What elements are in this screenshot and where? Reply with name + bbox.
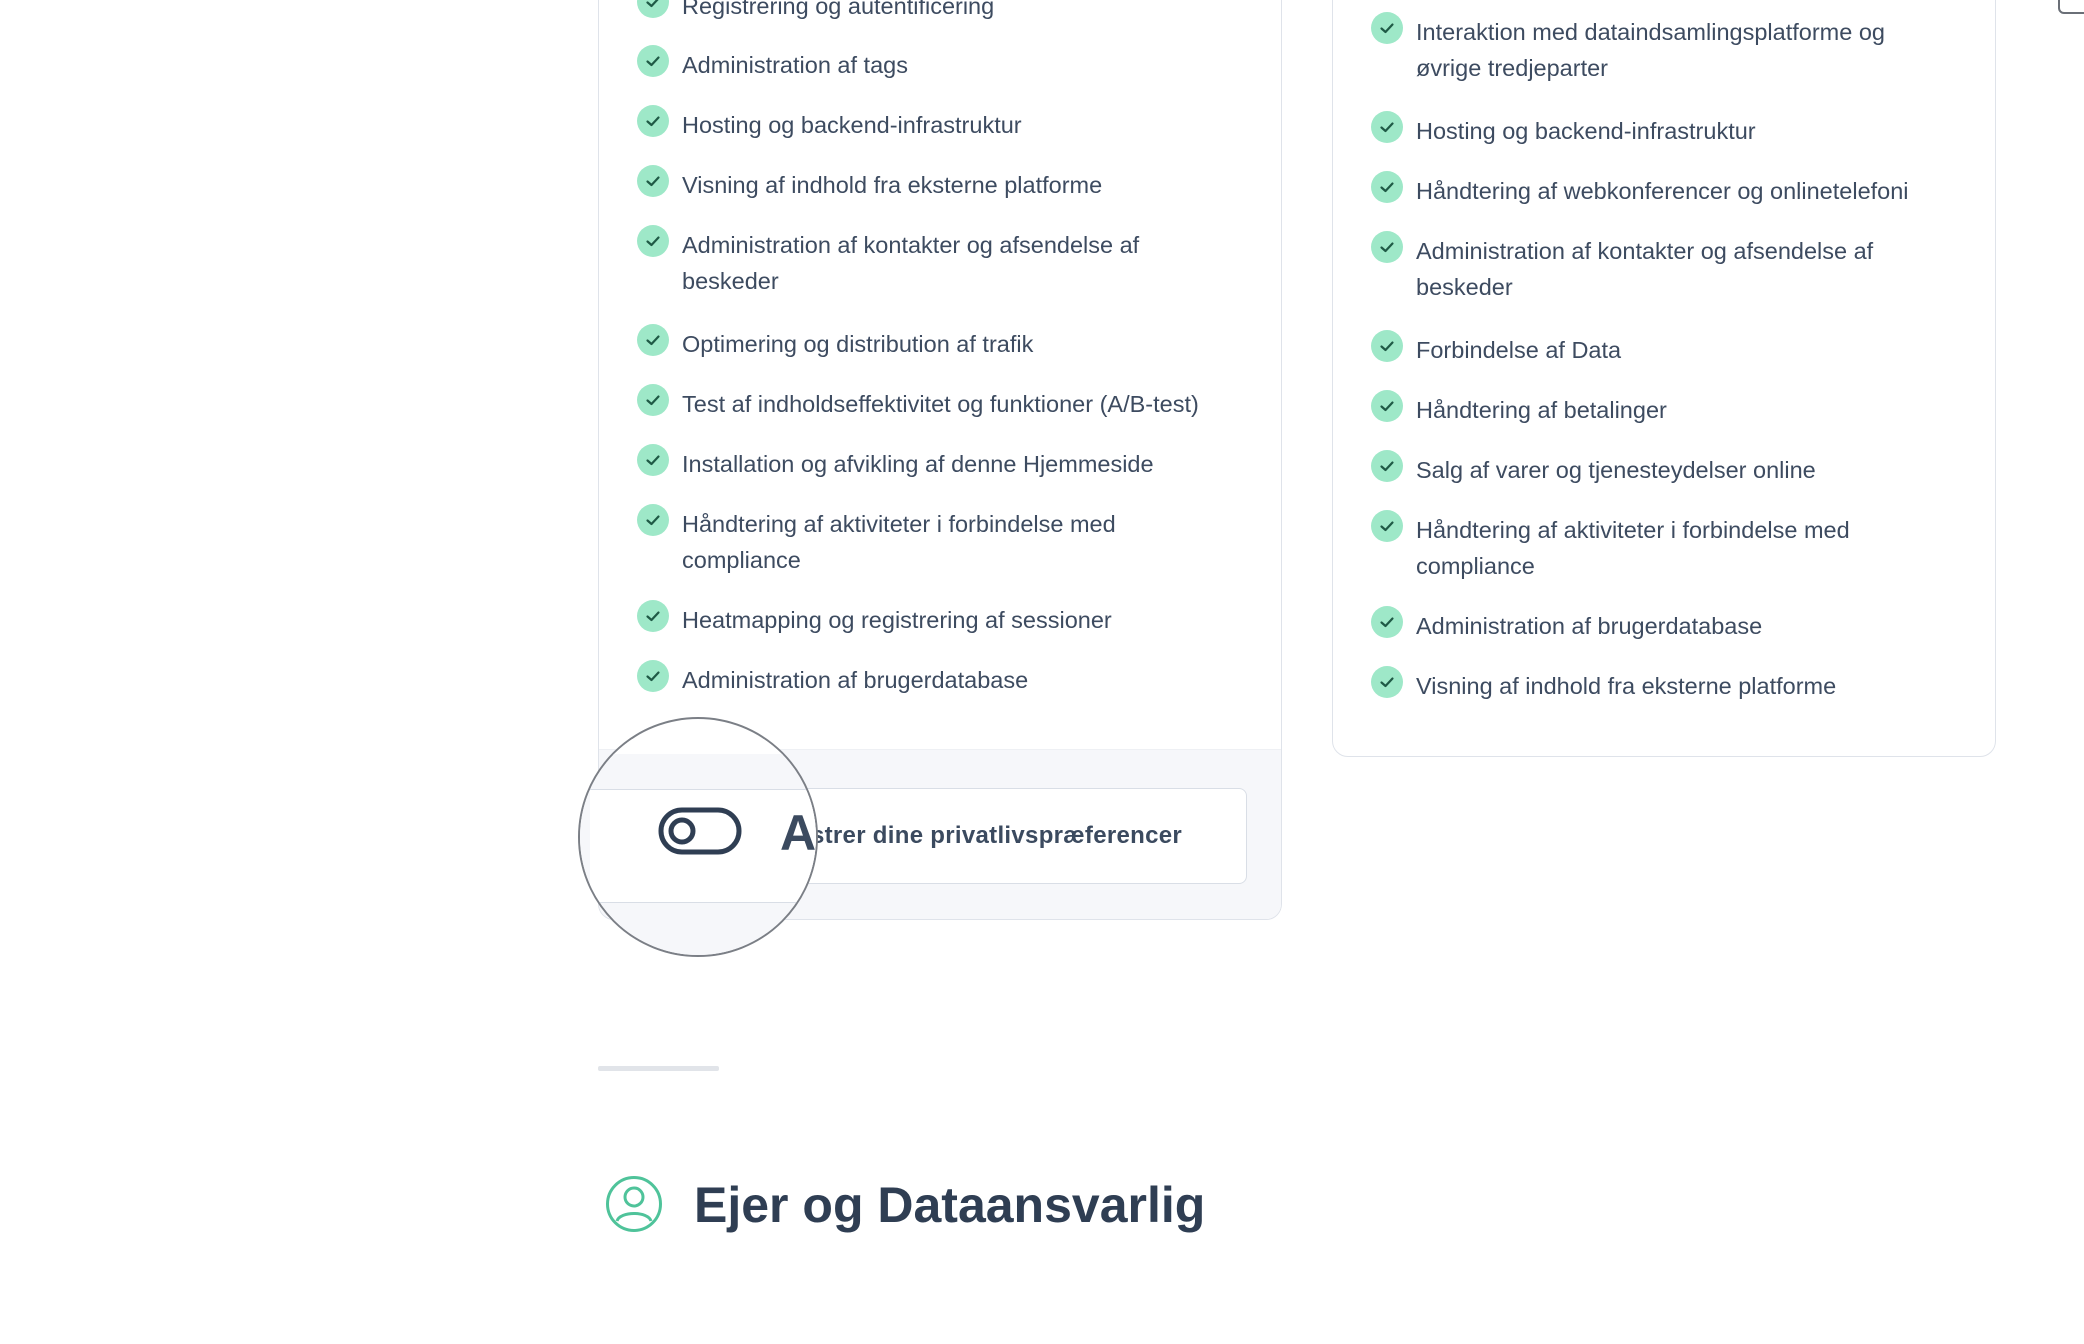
list-item-label: Håndtering af aktiviteter i forbindelse …: [1416, 517, 1850, 579]
list-item-label: Håndtering af webkonferencer og onlinete…: [1416, 178, 1909, 204]
check-icon: [637, 45, 669, 77]
magnified-letter: A: [780, 805, 817, 861]
user-circle-icon: [606, 1176, 662, 1232]
list-item-label: Salg af varer og tjenesteydelser online: [1416, 457, 1816, 483]
list-item-label: Visning af indhold fra eksterne platform…: [1416, 673, 1837, 699]
list-item-label: Forbindelse af Data: [1416, 337, 1622, 363]
list-item-label: Optimering og distribution af trafik: [682, 331, 1034, 357]
check-icon: [1371, 111, 1403, 143]
check-icon: [637, 324, 669, 356]
section-divider: [598, 1066, 719, 1071]
prefs-button-label: istrer dine privatlivspræferencer: [804, 822, 1183, 849]
list-item-label: Administration af kontakter og afsendels…: [682, 232, 1140, 294]
list-item-label: Hosting og backend-infrastruktur: [1416, 118, 1756, 144]
list-item-label: Installation og afvikling af denne Hjemm…: [682, 451, 1154, 477]
check-icon: [1371, 606, 1403, 638]
check-icon: [1371, 510, 1403, 542]
check-icon: [1371, 330, 1403, 362]
check-icon: [637, 105, 669, 137]
check-icon: [637, 444, 669, 476]
check-icon: [637, 225, 669, 257]
list-item-label: Hosting og backend-infrastruktur: [682, 112, 1022, 138]
check-icon: [1371, 231, 1403, 263]
list-item-label: Test af indholdseffektivitet og funktion…: [682, 391, 1199, 417]
list-item-label: Visning af indhold fra eksterne platform…: [682, 172, 1103, 198]
toggle-icon: [658, 807, 742, 855]
check-icon: [637, 660, 669, 692]
check-icon: [1371, 171, 1403, 203]
corner-control[interactable]: [2058, 0, 2084, 14]
check-icon: [637, 600, 669, 632]
list-item-label: Administration af brugerdatabase: [1416, 613, 1763, 639]
list-item-label: Heatmapping og registrering af sessioner: [682, 607, 1112, 633]
check-icon: [1371, 12, 1403, 44]
check-icon: [637, 384, 669, 416]
list-item-label: Registrering og autentificering: [682, 0, 995, 19]
list-item-label: Håndtering af aktiviteter i forbindelse …: [682, 511, 1116, 573]
list-item-label: Administration af brugerdatabase: [682, 667, 1029, 693]
check-icon: [1371, 390, 1403, 422]
check-icon: [1371, 450, 1403, 482]
section-title: Ejer og Dataansvarlig: [694, 1177, 1206, 1233]
check-icon: [637, 165, 669, 197]
list-item-label: Interaktion med dataindsamlingsplatforme…: [1416, 19, 1885, 81]
list-item-label: Administration af tags: [682, 52, 908, 78]
list-item-label: Administration af kontakter og afsendels…: [1416, 238, 1874, 300]
check-icon: [1371, 666, 1403, 698]
list-item-label: Håndtering af betalinger: [1416, 397, 1667, 423]
privacy-policy-page: Registrering og autentificering Administr…: [0, 0, 2084, 1344]
magnifier-lens: A: [578, 717, 818, 957]
check-icon: [637, 504, 669, 536]
